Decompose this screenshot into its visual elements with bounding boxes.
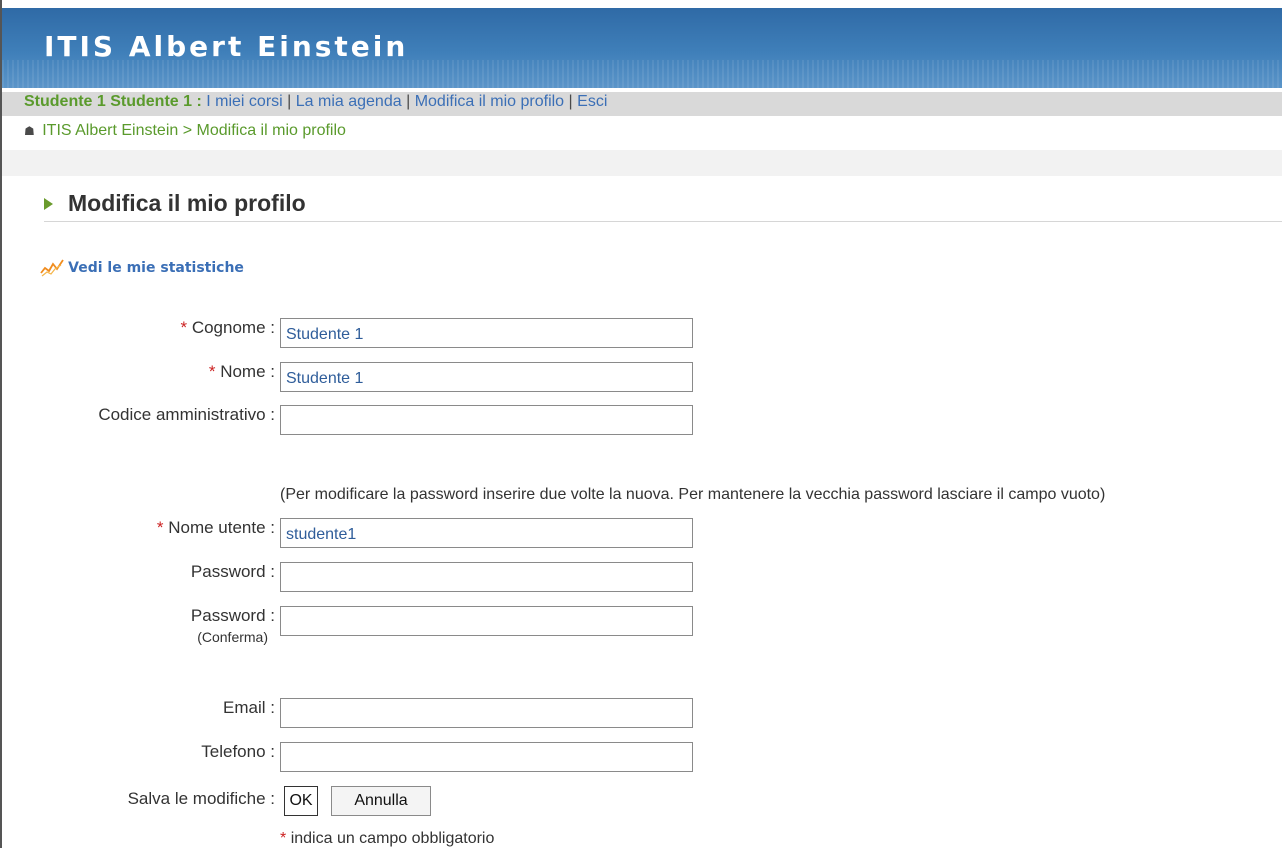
telefono-label: Telefono : [201,742,275,761]
required-mark: * [280,830,287,847]
breadcrumb-arrow: > [182,122,193,139]
telefono-input[interactable] [280,742,693,772]
ok-button[interactable]: OK [284,786,318,816]
breadcrumb: ☗ ITIS Albert Einstein > Modifica il mio… [24,122,346,140]
separator: | [406,93,411,110]
link-my-agenda[interactable]: La mia agenda [296,93,402,110]
required-mark: * [208,362,216,381]
required-note-text: indica un campo obbligatorio [290,830,495,847]
stats-link-row[interactable]: Vedi le mie statistiche [40,259,244,277]
view-statistics-link[interactable]: Vedi le mie statistiche [68,260,244,276]
password-confirm-sublabel: (Conferma) [197,629,268,645]
link-logout[interactable]: Esci [577,93,607,110]
nome-label-text: Nome : [220,362,275,381]
toolbar-strip [2,150,1282,176]
cognome-input[interactable] [280,318,693,348]
link-edit-profile[interactable]: Modifica il mio profilo [415,93,564,110]
page-title: Modifica il mio profilo [68,190,306,216]
site-banner: ITIS Albert Einstein [2,8,1282,88]
triangle-bullet-icon [44,198,53,210]
page-frame: ITIS Albert Einstein Studente 1 Studente… [0,0,1282,848]
username-label-text: Nome utente : [168,518,275,537]
cancel-button[interactable]: Annulla [331,786,431,816]
current-user: Studente 1 Studente 1 : [24,93,202,110]
site-title: ITIS Albert Einstein [44,30,409,63]
cognome-label: * Cognome : [180,318,275,338]
breadcrumb-home[interactable]: ITIS Albert Einstein [42,122,178,139]
password-label: Password : [190,562,275,581]
email-label: Email : [223,698,275,717]
required-mark: * [156,518,164,537]
password-confirm-label: Password : [190,606,275,625]
codice-label: Codice amministrativo : [98,405,275,424]
user-menu-bar: Studente 1 Studente 1 : I miei corsi | L… [2,92,1282,116]
username-label: * Nome utente : [157,518,275,538]
nome-input[interactable] [280,362,693,392]
save-label: Salva le modifiche : [127,789,275,808]
breadcrumb-current[interactable]: Modifica il mio profilo [197,122,346,139]
cognome-label-text: Cognome : [191,318,275,337]
separator: | [568,93,573,110]
page-heading: Modifica il mio profilo [44,190,1282,222]
password-confirm-input[interactable] [280,606,693,636]
username-input[interactable] [280,518,693,548]
password-input[interactable] [280,562,693,592]
required-mark: * [180,318,188,337]
required-note: * indica un campo obbligatorio [280,830,494,848]
link-my-courses[interactable]: I miei corsi [206,93,282,110]
nome-label: * Nome : [209,362,275,382]
statistics-chart-icon [40,259,64,277]
password-hint: (Per modificare la password inserire due… [280,486,1106,503]
separator: | [287,93,292,110]
codice-input[interactable] [280,405,693,435]
email-input[interactable] [280,698,693,728]
home-icon: ☗ [24,124,35,138]
